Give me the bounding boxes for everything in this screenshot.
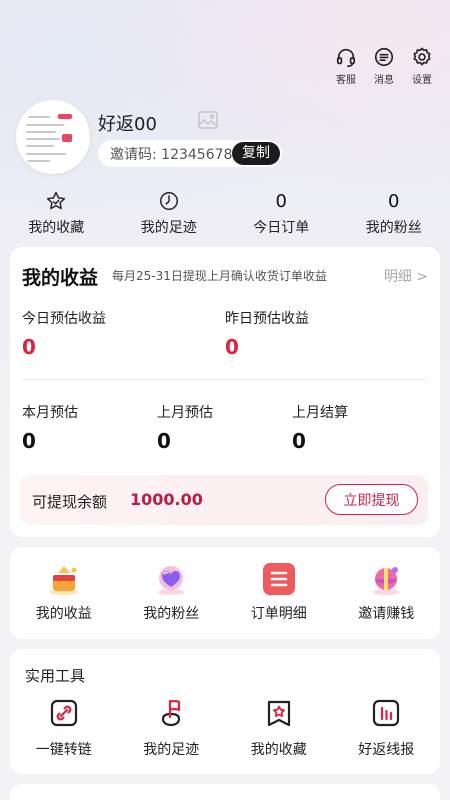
copy-button[interactable]: 复制 [232,142,280,165]
tool-my-favorites[interactable]: 我的收藏 [225,697,333,759]
bottom-card-edge [10,784,440,800]
stat-today-orders[interactable]: 0 今日订单 [225,190,338,237]
divider [22,379,428,380]
image-icon[interactable] [198,111,218,129]
shortcut-my-earnings-label: 我的收益 [35,606,92,622]
tool-my-favorites-label: 我的收藏 [250,742,307,758]
gear-icon [413,47,431,66]
invite-code-pill: 邀请码: 12345678 复制 [98,140,282,167]
settings-label: 设置 [412,75,432,86]
messages-button[interactable]: 消息 [370,46,398,86]
earnings-detail-link[interactable]: 明细 > [384,266,428,286]
username: 好返00 [98,114,157,135]
yesterday-estimate-label: 昨日预估收益 [225,311,309,327]
stat-favorites[interactable]: 我的收藏 [0,190,113,237]
headset-icon [336,48,356,67]
tool-convert-link-label: 一键转链 [35,742,92,758]
shortcut-order-details-label: 订单明细 [250,606,307,622]
withdraw-balance-label: 可提现余额 [32,493,108,511]
tool-my-footprints-label: 我的足迹 [143,742,200,758]
customer-service-button[interactable]: 客服 [332,46,360,86]
stat-today-orders-label: 今日订单 [253,220,310,236]
stats-row: 我的收藏 我的足迹 0 今日订单 0 我的粉丝 [0,190,450,237]
shortcuts-card: 我的收益 我的粉丝 订单明细 邀请赚钱 [10,547,440,639]
link-icon [50,699,77,727]
stat-fans[interactable]: 0 我的粉丝 [338,190,450,237]
this-month-estimate-value: 0 [22,429,36,453]
stat-favorites-label: 我的收藏 [28,220,85,236]
flag-icon [162,699,181,727]
tools-card: 实用工具 一键转链 我的足迹 我的收藏 好返线报 [10,649,440,774]
shortcut-order-details[interactable]: 订单明细 [225,547,333,639]
gift-ball-icon [373,567,400,595]
stat-footprints-label: 我的足迹 [140,220,197,236]
tool-convert-link[interactable]: 一键转链 [10,697,118,759]
avatar[interactable] [16,100,90,174]
today-estimate-label: 今日预估收益 [22,311,106,327]
customer-service-label: 客服 [336,75,356,86]
yesterday-estimate-value: 0 [225,335,239,359]
message-icon [374,47,394,67]
last-month-estimate-value: 0 [157,429,171,453]
last-month-settled-label: 上月结算 [292,405,348,421]
shortcut-invite-earn-label: 邀请赚钱 [358,606,415,622]
report-icon [373,699,400,727]
today-estimate-value: 0 [22,335,36,359]
header-actions: 客服 消息 设置 [332,46,436,86]
shortcut-my-earnings[interactable]: 我的收益 [10,547,118,639]
tool-deal-reports[interactable]: 好返线报 [333,697,441,759]
heart-icon [158,566,185,595]
tools-row: 一键转链 我的足迹 我的收藏 好返线报 [10,697,440,759]
withdraw-button[interactable]: 立即提现 [325,484,418,515]
earnings-note: 每月25-31日提现上月确认收货订单收益 [112,269,327,283]
stat-footprints[interactable]: 我的足迹 [113,190,226,237]
withdraw-balance-amount: 1000.00 [130,490,203,509]
withdraw-box: 可提现余额 1000.00 立即提现 [20,475,428,525]
stat-today-orders-value: 0 [275,190,287,212]
tool-my-footprints[interactable]: 我的足迹 [118,697,226,759]
settings-button[interactable]: 设置 [408,46,436,86]
shortcut-my-fans[interactable]: 我的粉丝 [118,547,226,639]
shortcut-invite-earn[interactable]: 邀请赚钱 [333,547,441,639]
this-month-estimate-label: 本月预估 [22,405,78,421]
clock-icon [159,192,178,210]
tool-deal-reports-label: 好返线报 [358,742,415,758]
stat-fans-value: 0 [388,190,400,212]
invite-code: 邀请码: 12345678 [110,146,233,163]
last-month-estimate-label: 上月预估 [157,405,213,421]
last-month-settled-value: 0 [292,429,306,453]
stat-fans-label: 我的粉丝 [365,220,422,236]
shortcut-my-fans-label: 我的粉丝 [143,606,200,622]
earnings-title: 我的收益 [22,267,99,289]
tools-title: 实用工具 [25,667,86,685]
order-list-icon [262,563,295,595]
earnings-card: 我的收益 每月25-31日提现上月确认收货订单收益 明细 > 今日预估收益 0 … [10,247,440,537]
favorite-icon [267,700,290,727]
gift-box-icon [49,566,78,595]
messages-label: 消息 [374,75,394,86]
star-icon [47,191,66,210]
